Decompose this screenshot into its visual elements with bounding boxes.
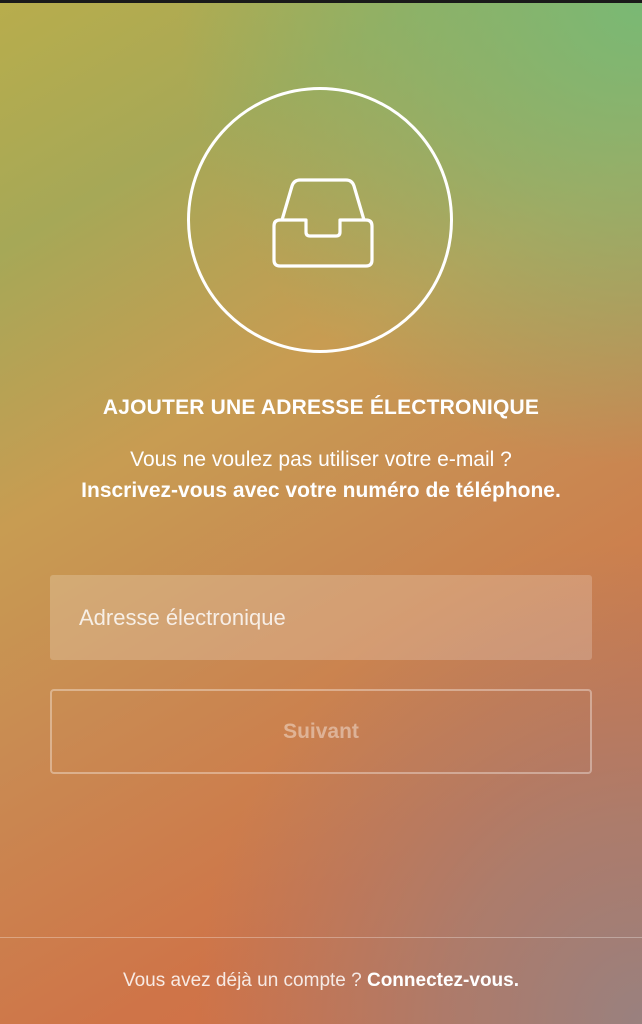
phone-signup-link[interactable]: Inscrivez-vous avec votre numéro de télé… — [81, 479, 561, 502]
status-bar-edge — [0, 0, 642, 3]
footer-prompt-text: Vous avez déjà un compte ? — [122, 970, 362, 991]
email-input[interactable] — [50, 575, 592, 660]
next-button[interactable]: Suivant — [50, 689, 592, 774]
footer-divider — [0, 937, 642, 938]
icon-circle — [187, 87, 453, 353]
login-link[interactable]: Connectez-vous. — [367, 970, 519, 991]
inbox-tray-icon — [272, 178, 374, 268]
footer: Vous avez déjà un compte ? Connectez-vou… — [0, 970, 642, 992]
subtitle: Vous ne voulez pas utiliser votre e-mail… — [70, 444, 572, 506]
subtitle-text: Vous ne voulez pas utiliser votre e-mail… — [130, 448, 512, 471]
page-title: AJOUTER UNE ADRESSE ÉLECTRONIQUE — [102, 396, 540, 419]
